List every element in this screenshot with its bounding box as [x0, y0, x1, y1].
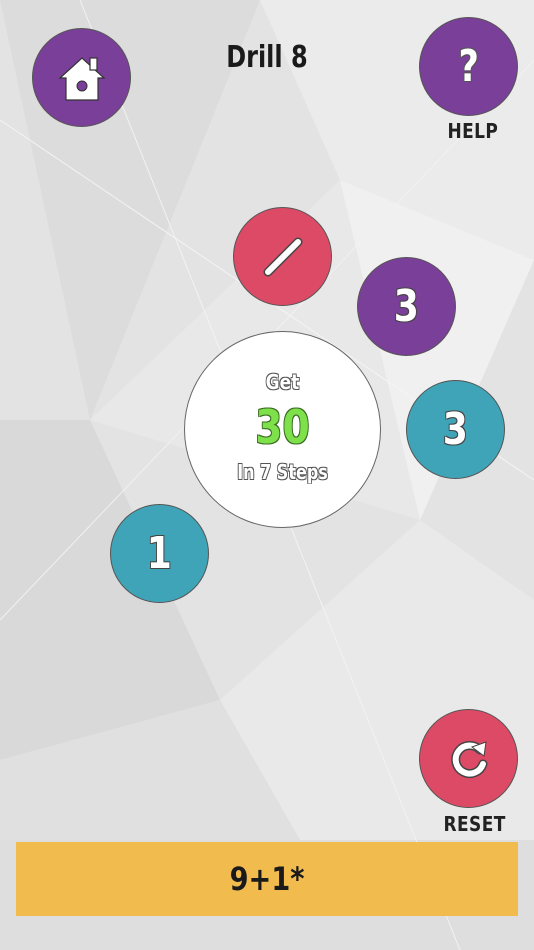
tile-number-3-teal[interactable]: 3	[406, 380, 505, 479]
slash-icon	[263, 237, 302, 276]
help-button[interactable]: ?	[419, 17, 518, 116]
target-suffix: In 7 Steps	[237, 460, 328, 484]
tile-number-1-teal[interactable]: 1	[110, 504, 209, 603]
expression-text: 9+1*	[229, 860, 305, 898]
tile-value: 3	[393, 281, 420, 332]
target-value: 30	[255, 400, 310, 454]
tile-value: 1	[146, 528, 173, 579]
expression-bar: 9+1*	[16, 842, 518, 916]
refresh-icon	[450, 740, 487, 778]
reset-button[interactable]	[419, 709, 518, 808]
target-prefix: Get	[265, 370, 300, 394]
help-label: HELP	[447, 119, 499, 143]
reset-label: RESET	[443, 812, 506, 836]
question-mark-icon: ?	[458, 41, 479, 92]
tile-divide[interactable]	[233, 207, 332, 306]
tile-value: 3	[442, 404, 469, 455]
tile-number-3-purple[interactable]: 3	[357, 257, 456, 356]
target-circle: Get 30 In 7 Steps	[184, 331, 381, 528]
